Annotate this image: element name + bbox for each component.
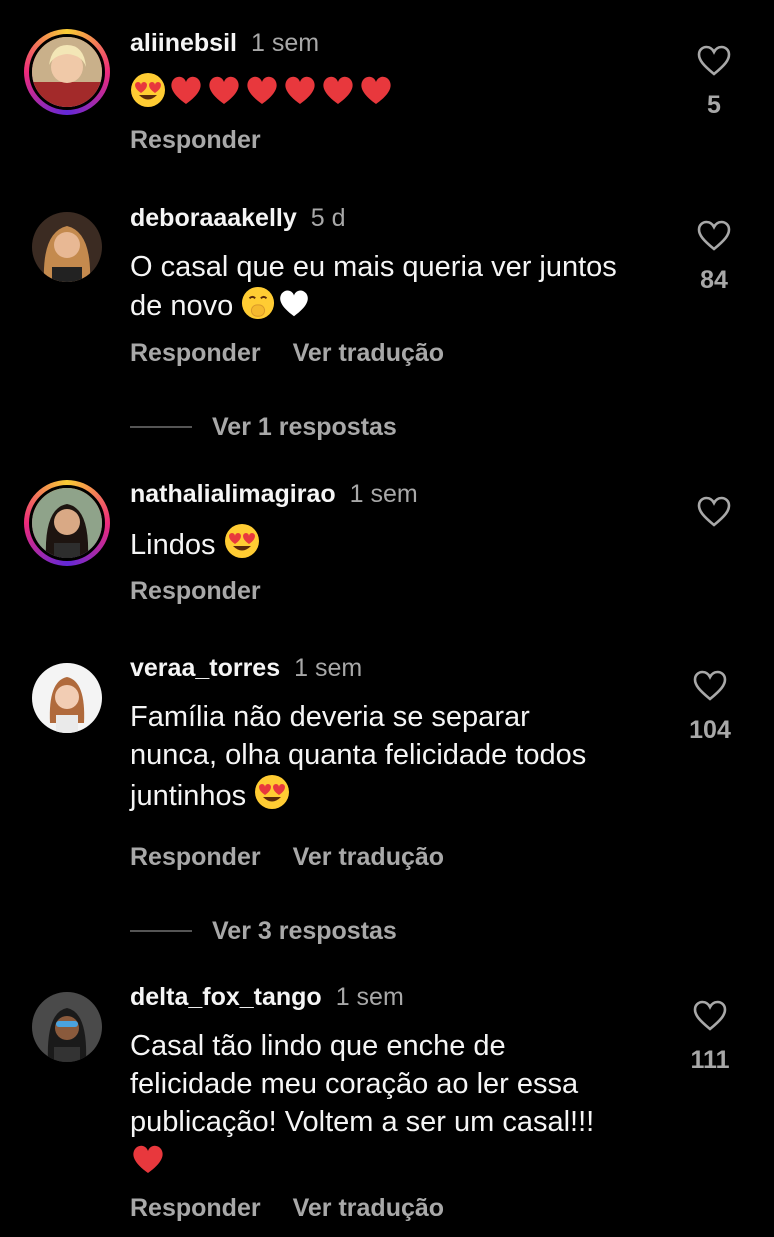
red-heart-emoji [168,72,204,118]
view-replies-button[interactable]: Ver 3 respostas [130,916,397,946]
comment-text-line: juntinhos [130,780,247,812]
comment-actions: Responder [130,125,261,155]
comment-meta: delta_fox_tango 1 sem [130,982,404,1012]
red-heart-emoji [244,72,280,118]
like-control: 104 [680,670,740,745]
like-control: 84 [684,220,744,295]
comment-text: Lindos [130,523,675,569]
comment-actions: Responder Ver tradução [130,842,444,872]
avatar-photo [29,485,105,561]
like-count: 111 [690,1046,730,1074]
heart-outline-icon[interactable] [680,670,740,702]
comment-meta: deboraaakelly 5 d [130,203,346,233]
view-replies-button[interactable]: Ver 1 respostas [130,412,397,442]
avatar-photo [32,212,102,282]
comment-meta: veraa_torres 1 sem [130,653,362,683]
timestamp: 1 sem [335,983,404,1011]
comment-text: Casal tão lindo que enche de felicidade … [130,1027,675,1187]
heart-outline-icon[interactable] [684,220,744,252]
comment-text-line: felicidade meu coração ao ler essa [130,1068,579,1100]
red-heart-emoji [206,72,242,118]
timestamp: 1 sem [250,29,320,57]
like-count: 84 [700,266,728,294]
avatar-photo [29,34,105,110]
red-heart-emoji [130,1141,166,1187]
avatar[interactable] [24,480,110,566]
heart-eyes-emoji [130,72,166,118]
username[interactable]: nathalialimagirao [130,480,336,508]
comment-actions: Responder [130,576,261,606]
avatar-photo [32,663,102,733]
divider [130,930,192,932]
like-control: 5 [684,45,744,120]
comment-meta: aliinebsil 1 sem [130,28,319,58]
view-replies-label: Ver 1 respostas [212,412,397,441]
heart-outline-icon[interactable] [684,496,744,528]
comment-text [130,72,675,118]
like-count: 104 [689,716,731,744]
comment-actions: Responder Ver tradução [130,1193,444,1223]
heart-eyes-emoji [224,523,260,569]
reply-button[interactable]: Responder [130,126,261,154]
divider [130,426,192,428]
comment-text-line: de novo [130,290,234,322]
timestamp: 1 sem [349,480,418,508]
username[interactable]: delta_fox_tango [130,983,322,1011]
white-heart-emoji [277,286,311,330]
reply-button[interactable]: Responder [130,1194,261,1222]
comment-text-line: Família não deveria se separar [130,701,530,733]
see-translation-button[interactable]: Ver tradução [293,843,444,871]
timestamp: 1 sem [294,654,363,682]
heart-outline-icon[interactable] [680,1000,740,1032]
red-heart-emoji [282,72,318,118]
username[interactable]: veraa_torres [130,654,280,682]
timestamp: 5 d [310,204,346,232]
avatar[interactable] [24,655,110,741]
comment-text-line: publicação! Voltem a ser um casal!!! [130,1106,595,1138]
comment-text-line: Lindos [130,529,216,561]
reply-button[interactable]: Responder [130,577,261,605]
hand-over-mouth-emoji [241,286,275,330]
reply-button[interactable]: Responder [130,843,261,871]
comment-text-line: O casal que eu mais queria ver juntos [130,251,617,283]
like-control [684,496,744,528]
heart-outline-icon[interactable] [684,45,744,77]
see-translation-button[interactable]: Ver tradução [293,1194,444,1222]
reply-button[interactable]: Responder [130,339,261,367]
like-count: 5 [707,91,721,119]
username[interactable]: aliinebsil [130,29,237,57]
red-heart-emoji [320,72,356,118]
comment-text: O casal que eu mais queria ver juntos de… [130,248,675,330]
like-control: 111 [680,1000,740,1075]
comment-text-line: nunca, olha quanta felicidade todos [130,739,587,771]
view-replies-label: Ver 3 respostas [212,916,397,945]
comment-meta: nathalialimagirao 1 sem [130,479,418,509]
avatar[interactable] [24,204,110,290]
comment-text-line: Casal tão lindo que enche de [130,1030,506,1062]
heart-eyes-emoji [254,774,290,820]
avatar[interactable] [24,29,110,115]
red-heart-emoji [358,72,394,118]
avatar[interactable] [24,984,110,1070]
see-translation-button[interactable]: Ver tradução [293,339,444,367]
comment-text: Família não deveria se separar nunca, ol… [130,698,675,820]
username[interactable]: deboraaakelly [130,204,297,232]
comment-actions: Responder Ver tradução [130,338,444,368]
avatar-photo [32,992,102,1062]
